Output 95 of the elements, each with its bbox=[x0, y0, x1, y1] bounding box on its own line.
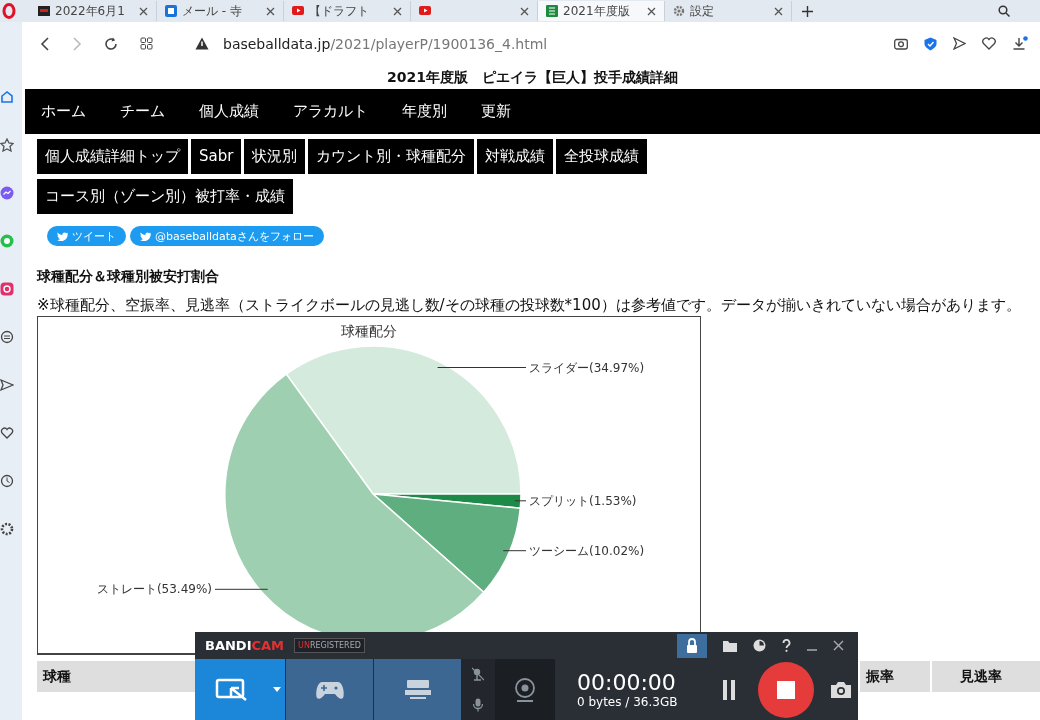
new-tab-icon[interactable] bbox=[802, 5, 813, 17]
browser-tab[interactable]: メール - 寺 bbox=[157, 1, 284, 21]
nav-link[interactable]: チーム bbox=[120, 102, 165, 121]
section-button[interactable]: カウント別・球種配分 bbox=[308, 139, 475, 174]
nav-link[interactable]: アラカルト bbox=[293, 102, 368, 121]
nav-link[interactable]: 年度別 bbox=[402, 102, 447, 121]
slice-label: スプリット(1.53%) bbox=[529, 493, 637, 508]
camera-icon[interactable] bbox=[830, 680, 852, 699]
page-title: 2021年度版 ピエイラ【巨人】投手成績詳細 bbox=[386, 68, 679, 87]
slice-label: ツーシーム(10.02%) bbox=[529, 543, 645, 558]
device-icon bbox=[403, 678, 432, 701]
folder-icon[interactable] bbox=[723, 639, 737, 652]
file-size-text: 0 bytes / 36.3GB bbox=[577, 695, 678, 709]
browser-tab[interactable]: 2021年度版 bbox=[538, 1, 665, 21]
section-button[interactable]: 対戦成績 bbox=[477, 139, 554, 174]
sheet-icon bbox=[546, 4, 558, 18]
clock-icon[interactable] bbox=[753, 639, 766, 652]
status-badge: UNREGISTERED bbox=[294, 638, 365, 653]
warning-icon[interactable] bbox=[195, 37, 209, 50]
gamepad-icon bbox=[314, 679, 345, 700]
note-text: ※球種配分、空振率、見逃率（ストライクボールの見逃し数/その球種の投球数*100）は参考値です。データが揃いきれていない場合があります。 bbox=[37, 298, 1022, 312]
webcam-button[interactable] bbox=[495, 659, 555, 720]
browser-tab[interactable]: 設定 bbox=[665, 1, 792, 21]
settings-icon[interactable] bbox=[0, 522, 14, 536]
back-icon[interactable] bbox=[40, 36, 50, 51]
download-icon[interactable] bbox=[1012, 35, 1028, 52]
stop-icon bbox=[777, 680, 795, 699]
leader-line bbox=[502, 550, 527, 552]
section-heading: 球種配分＆球種別被安打割合 bbox=[37, 268, 220, 286]
search-icon[interactable] bbox=[998, 5, 1010, 17]
gear-icon bbox=[673, 4, 685, 18]
camera-icon[interactable] bbox=[0, 282, 14, 296]
section-button[interactable]: コース別（ゾーン別）被打率・成績 bbox=[37, 179, 293, 214]
send-icon[interactable] bbox=[0, 378, 14, 392]
browser-tab[interactable]: 【ドラフト bbox=[284, 1, 411, 21]
leader-line bbox=[214, 588, 269, 590]
speaker-icon[interactable] bbox=[472, 667, 484, 682]
camera-icon[interactable] bbox=[894, 37, 908, 50]
timer-text: 00:00:00 bbox=[577, 670, 677, 695]
tab-title: メール - 寺 bbox=[182, 2, 242, 20]
nav-link[interactable]: 更新 bbox=[481, 102, 511, 121]
heart-icon[interactable] bbox=[982, 37, 996, 50]
play-icon bbox=[419, 4, 431, 18]
star-icon[interactable] bbox=[0, 138, 14, 152]
shield-icon[interactable] bbox=[924, 36, 937, 51]
help-icon[interactable] bbox=[782, 639, 791, 652]
section-button[interactable]: 全投球成績 bbox=[556, 139, 648, 174]
slice-label: ストレート(53.49%) bbox=[96, 582, 212, 597]
app-logo: BANDICAM bbox=[205, 638, 285, 653]
game-mode-button[interactable] bbox=[286, 659, 373, 720]
screen-mode-button[interactable] bbox=[195, 659, 268, 720]
leader-line bbox=[514, 500, 527, 502]
close-icon[interactable] bbox=[393, 6, 402, 16]
close-icon[interactable] bbox=[647, 6, 656, 16]
close-icon[interactable] bbox=[266, 6, 275, 16]
tab-title: 設定 bbox=[690, 2, 714, 20]
nav-link[interactable]: ホーム bbox=[41, 102, 86, 121]
screen-select-icon bbox=[214, 676, 249, 703]
section-button[interactable]: 個人成績詳細トップ bbox=[37, 139, 188, 174]
caret-icon bbox=[272, 687, 281, 692]
grid-icon[interactable] bbox=[140, 37, 153, 50]
mail-icon bbox=[165, 4, 177, 18]
tab-title: 2022年6月1 bbox=[55, 2, 125, 20]
reload-icon[interactable] bbox=[104, 36, 118, 51]
url-field[interactable]: baseballdata.jp/2021/playerP/1900136_4.html bbox=[223, 35, 548, 52]
site-icon bbox=[38, 4, 50, 18]
webcam-icon bbox=[514, 677, 536, 702]
close-icon[interactable] bbox=[833, 640, 844, 651]
pause-icon[interactable] bbox=[722, 678, 736, 701]
close-icon[interactable] bbox=[774, 6, 783, 16]
browser-logo-icon[interactable] bbox=[2, 3, 16, 19]
bird-icon bbox=[140, 231, 151, 241]
play-icon bbox=[292, 4, 304, 18]
circle-icon[interactable] bbox=[0, 330, 14, 344]
column-header: 球種 bbox=[41, 667, 72, 686]
close-icon[interactable] bbox=[139, 6, 148, 16]
chat-icon[interactable] bbox=[0, 186, 14, 200]
section-button[interactable]: Sabr bbox=[191, 139, 242, 174]
tab-title: 【ドラフト bbox=[309, 2, 369, 20]
tab-title: 2021年度版 bbox=[563, 2, 630, 20]
heart-icon[interactable] bbox=[0, 426, 14, 440]
chart-title: 球種配分 bbox=[341, 323, 397, 339]
close-icon[interactable] bbox=[520, 6, 529, 16]
section-button[interactable]: 状況別 bbox=[244, 139, 306, 174]
device-mode-button[interactable] bbox=[374, 659, 461, 720]
lock-icon[interactable] bbox=[677, 633, 707, 658]
clock-icon[interactable] bbox=[0, 474, 14, 488]
bird-icon bbox=[57, 231, 68, 241]
browser-tab[interactable]: 2022年6月1 bbox=[30, 1, 157, 21]
column-header: 見逃率 bbox=[930, 661, 1040, 692]
nav-link[interactable]: 個人成績 bbox=[199, 102, 259, 121]
microphone-icon[interactable] bbox=[473, 697, 483, 712]
home-icon[interactable] bbox=[0, 90, 14, 104]
send-icon[interactable] bbox=[953, 37, 966, 50]
slice-label: スライダー(34.97%) bbox=[529, 360, 645, 375]
